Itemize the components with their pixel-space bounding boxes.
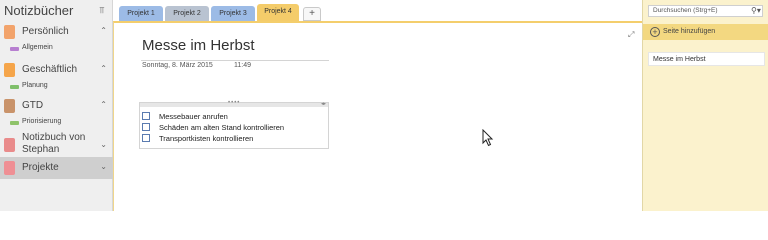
- notebook-label: GTD: [22, 100, 44, 111]
- notebook-label: Geschäftlich: [22, 64, 78, 75]
- todo-label[interactable]: Transportkisten kontrollieren: [159, 134, 253, 143]
- todo-checkbox[interactable]: [142, 123, 150, 131]
- chevron-up-icon[interactable]: ⌃: [100, 26, 107, 35]
- tab-projekt-1[interactable]: Projekt 1: [119, 6, 163, 21]
- section-label: Planung: [22, 82, 48, 89]
- title-underline: [141, 60, 329, 61]
- notebook-label: Persönlich: [22, 26, 69, 37]
- chevron-up-icon[interactable]: ⌃: [100, 64, 107, 73]
- todo-checkbox[interactable]: [142, 112, 150, 120]
- page-time: 11:49: [234, 62, 251, 69]
- page-canvas[interactable]: ⤢ Messe im Herbst Sonntag, 8. März 2015 …: [113, 21, 642, 211]
- todo-item[interactable]: Transportkisten kontrollieren: [142, 133, 328, 144]
- todo-item[interactable]: Messebauer anrufen: [142, 111, 328, 122]
- notebook-icon: [4, 63, 15, 77]
- drag-handle-icon[interactable]: ••••: [228, 100, 240, 106]
- tab-projekt-3[interactable]: Projekt 3: [211, 6, 255, 21]
- pin-icon[interactable]: ⫪: [98, 5, 106, 16]
- notebook-label: Notizbuch von Stephan: [22, 132, 86, 155]
- section-item-planung[interactable]: Planung: [0, 80, 113, 94]
- chevron-down-icon[interactable]: ⌄: [100, 162, 107, 171]
- note-drag-bar[interactable]: •••• ◂▸: [140, 100, 328, 107]
- todo-checkbox[interactable]: [142, 134, 150, 142]
- section-label: Allgemein: [22, 44, 53, 51]
- notebook-icon: [4, 25, 15, 39]
- onenote-window: Notizbücher ⫪ Persönlich ⌃ Allgemein Ges…: [0, 0, 768, 211]
- search-input[interactable]: Durchsuchen (Strg+E) ⚲▾: [648, 5, 763, 17]
- search-icon[interactable]: ⚲▾: [751, 6, 761, 15]
- tab-projekt-2[interactable]: Projekt 2: [165, 6, 209, 21]
- section-item-allgemein[interactable]: Allgemein: [0, 42, 113, 56]
- todo-note-container[interactable]: •••• ◂▸ Messebauer anrufen Schäden am al…: [139, 100, 329, 149]
- section-tab-icon: [10, 121, 19, 125]
- notebook-gtd[interactable]: GTD ⌃ Priorisierung: [0, 96, 113, 130]
- section-label: Priorisierung: [22, 118, 62, 125]
- add-page-button[interactable]: + Seite hinzufügen: [643, 24, 768, 40]
- page-list-pane: Durchsuchen (Strg+E) ⚲▾ + Seite hinzufüg…: [642, 0, 768, 211]
- mouse-cursor-icon: [482, 129, 494, 147]
- chevron-up-icon[interactable]: ⌃: [100, 100, 107, 109]
- page-list-item-label: Messe im Herbst: [653, 56, 706, 63]
- notebook-icon: [4, 138, 15, 152]
- notebook-sidebar: Notizbücher ⫪ Persönlich ⌃ Allgemein Ges…: [0, 0, 113, 211]
- section-tab-icon: [10, 85, 19, 89]
- sidebar-title: Notizbücher: [4, 3, 74, 18]
- section-item-priorisierung[interactable]: Priorisierung: [0, 116, 113, 130]
- section-tab-icon: [10, 47, 19, 51]
- add-page-label: Seite hinzufügen: [663, 28, 716, 35]
- add-section-button[interactable]: +: [303, 7, 321, 21]
- page-title[interactable]: Messe im Herbst: [142, 37, 255, 54]
- todo-label[interactable]: Schäden am alten Stand kontrollieren: [159, 123, 284, 132]
- section-tab-bar: Projekt 1 Projekt 2 Projekt 3 Projekt 4 …: [113, 0, 642, 22]
- notebook-icon: [4, 99, 15, 113]
- notebook-icon: [4, 161, 15, 175]
- plus-circle-icon: +: [650, 27, 660, 37]
- notebook-projekte[interactable]: Projekte ⌄: [0, 157, 113, 179]
- chevron-down-icon[interactable]: ⌄: [100, 140, 107, 149]
- todo-label[interactable]: Messebauer anrufen: [159, 112, 228, 121]
- notebook-label: Projekte: [22, 162, 59, 173]
- sidebar-header: Notizbücher ⫪: [0, 0, 113, 22]
- tab-projekt-4[interactable]: Projekt 4: [257, 4, 299, 21]
- page-list-item[interactable]: Messe im Herbst: [648, 52, 765, 66]
- resize-handle-icon[interactable]: ◂▸: [321, 101, 326, 107]
- expand-icon[interactable]: ⤢: [628, 31, 636, 39]
- notebook-stephan[interactable]: Notizbuch von Stephan ⌄: [0, 131, 113, 155]
- todo-item[interactable]: Schäden am alten Stand kontrollieren: [142, 122, 328, 133]
- search-placeholder: Durchsuchen (Strg+E): [653, 7, 718, 14]
- page-date: Sonntag, 8. März 2015: [142, 62, 213, 69]
- notebook-persoenlich[interactable]: Persönlich ⌃ Allgemein: [0, 22, 113, 56]
- notebook-geschaeftlich[interactable]: Geschäftlich ⌃ Planung: [0, 60, 113, 94]
